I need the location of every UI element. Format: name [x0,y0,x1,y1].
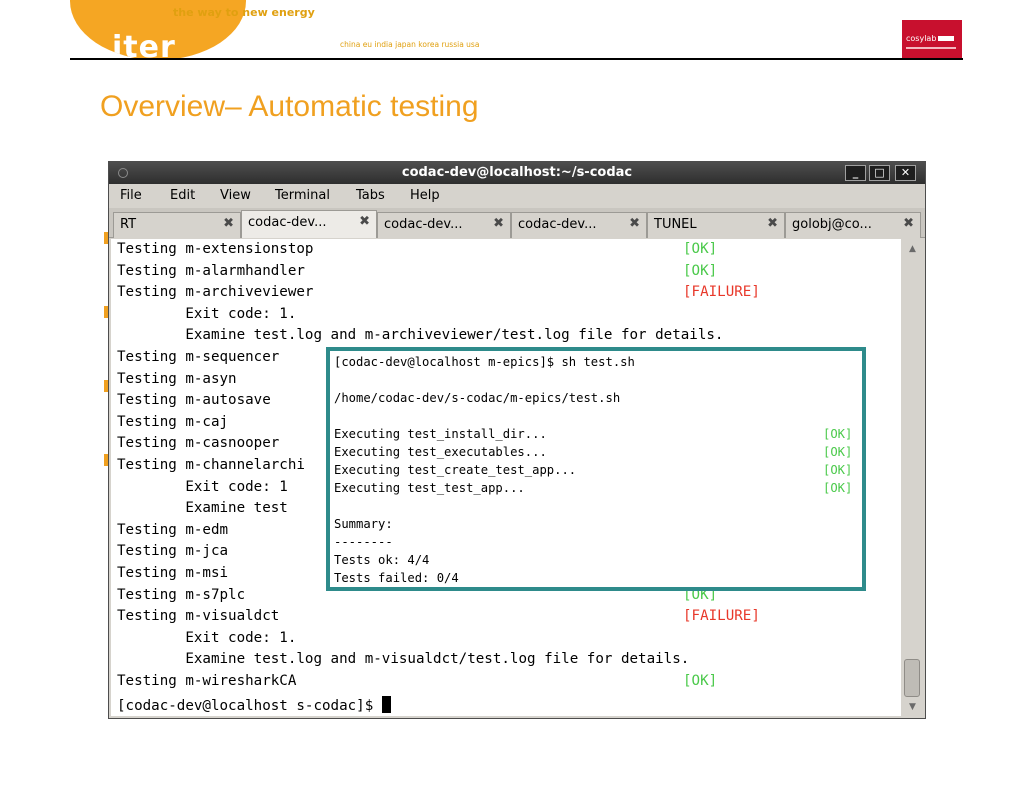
terminal-line: Examine test.log and m-archiveviewer/tes… [117,327,724,344]
status-ok: [OK] [683,262,718,279]
tab-label: TUNEL [654,217,697,232]
callout-line: Tests ok: 4/4 [334,553,430,567]
terminal-line: Testing m-extensionstop [117,241,314,257]
prompt-text: [codac-dev@localhost s-codac]$ [117,698,382,714]
scroll-down-icon[interactable]: ▼ [902,699,923,715]
terminal-line: Exit code: 1. [117,305,297,322]
shell-prompt[interactable]: [codac-dev@localhost s-codac]$ [117,696,391,716]
tab-label: codac-dev... [248,215,327,230]
tab-label: golobj@co... [792,217,872,232]
terminal-line: Testing m-caj [117,413,229,430]
terminal-line: Testing m-archiveviewer [117,284,314,301]
header-divider [70,58,963,60]
vertical-scrollbar[interactable]: ▲ ▼ [902,239,923,716]
callout-line: [codac-dev@localhost m-epics]$ sh test.s… [334,355,635,369]
terminal-line: Testing m-channelarchi [117,457,305,473]
status-failure: [FAILURE] [683,284,760,301]
menu-edit[interactable]: Edit [170,188,195,203]
window-titlebar[interactable]: codac-dev@localhost:~/s-codac _ □ ✕ [109,162,925,184]
scroll-thumb[interactable] [904,659,920,697]
tab-label: codac-dev... [518,217,597,232]
status-ok: [OK] [823,481,853,495]
text-cursor [381,696,391,713]
tab-codac-dev-3[interactable]: codac-dev... ✖ [511,212,647,238]
scroll-up-icon[interactable]: ▲ [902,241,923,257]
terminal-line: Testing m-msi [117,565,229,581]
terminal-line: Testing m-wiresharkCA [117,673,297,689]
close-tab-icon[interactable]: ✖ [767,216,778,231]
menu-view[interactable]: View [220,188,251,203]
status-ok: [OK] [683,241,718,257]
status-failure: [FAILURE] [683,608,760,625]
window-title: codac-dev@localhost:~/s-codac [401,165,633,180]
slide-title: Overview– Automatic testing [100,90,479,123]
terminal-line: Testing m-edm [117,521,229,538]
close-tab-icon[interactable]: ✖ [903,216,914,231]
tab-tunel[interactable]: TUNEL ✖ [647,212,785,238]
menu-tabs[interactable]: Tabs [356,188,385,203]
status-ok: [OK] [823,427,853,441]
tab-label: codac-dev... [384,217,463,232]
partner-list: china eu india japan korea russia usa [340,40,480,49]
menu-terminal[interactable]: Terminal [275,188,330,203]
close-tab-icon[interactable]: ✖ [223,216,234,231]
terminal-line: Testing m-asyn [117,370,237,387]
callout-line: Tests failed: 0/4 [334,571,459,585]
close-button[interactable]: ✕ [895,165,916,181]
cosylab-logo: cosylab [902,20,962,58]
tab-label: RT [120,217,137,232]
close-tab-icon[interactable]: ✖ [493,216,504,231]
callout-line: -------- [334,535,393,549]
terminal-line: Testing m-jca [117,543,229,560]
callout-line: Executing test_test_app... [334,481,525,495]
cosylab-mark [938,36,955,41]
callout-line: Executing test_install_dir... [334,427,547,441]
terminal-line: Exit code: 1 [117,478,288,495]
terminal-line: Testing m-visualdct [117,608,280,625]
callout-line: Executing test_create_test_app... [334,463,577,477]
terminal-line: Exit code: 1. [117,629,297,646]
cosylab-logo-text: cosylab [906,34,937,43]
cosylab-subline [906,47,956,49]
terminal-line: Testing m-autosave [117,392,271,409]
test-output-callout: [codac-dev@localhost m-epics]$ sh test.s… [326,347,866,591]
tab-rt[interactable]: RT ✖ [113,212,241,238]
maximize-button[interactable]: □ [869,165,890,181]
terminal-line: Testing m-alarmhandler [117,262,305,279]
status-ok: [OK] [823,445,853,459]
iter-logo-text: iter [112,30,176,60]
terminal-line: Testing m-casnooper [117,435,280,452]
close-tab-icon[interactable]: ✖ [629,216,640,231]
terminal-line: Examine test [117,500,288,517]
tagline: the way to new energy [173,6,315,19]
callout-line: Executing test_executables... [334,445,547,459]
minimize-button[interactable]: _ [845,165,866,181]
tab-bar: RT ✖ codac-dev... ✖ codac-dev... ✖ codac… [109,208,925,238]
menu-help[interactable]: Help [410,188,440,203]
terminal-line: Testing m-s7plc [117,586,246,603]
menu-file[interactable]: File [120,188,142,203]
terminal-line: Testing m-sequencer [117,349,280,365]
terminal-line: Examine test.log and m-visualdct/test.lo… [117,651,690,668]
status-ok: [OK] [683,673,718,689]
callout-line: Summary: [334,517,393,531]
callout-line: /home/codac-dev/s-codac/m-epics/test.sh [334,391,621,405]
status-ok: [OK] [823,463,853,477]
menubar: File Edit View Terminal Tabs Help [109,184,925,208]
tab-codac-dev-2[interactable]: codac-dev... ✖ [377,212,511,238]
tab-codac-dev-1[interactable]: codac-dev... ✖ [241,210,377,238]
tab-golobj[interactable]: golobj@co... ✖ [785,212,921,238]
close-tab-icon[interactable]: ✖ [359,214,370,229]
